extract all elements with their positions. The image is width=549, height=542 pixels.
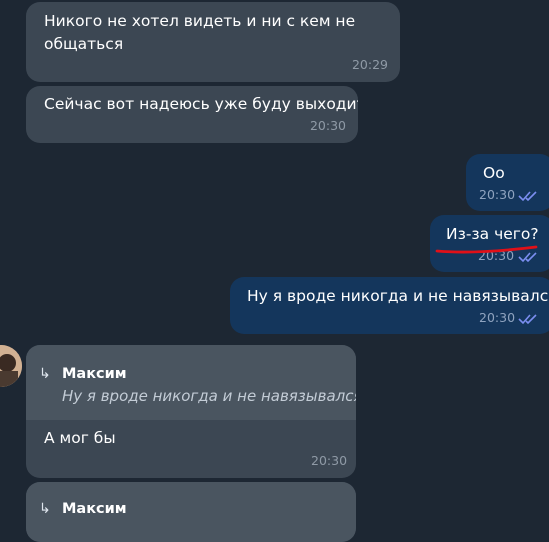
reply-arrow-icon: ↳ [39,366,51,382]
reply-author: Максим [62,366,127,382]
message-time: 20:30 [478,248,515,263]
message-text: Сейчас вот надеюсь уже буду выходить [44,95,358,113]
message-outgoing[interactable]: Из-за чего? 20:30 [430,215,549,272]
reply-author: Максим [62,501,127,517]
message-incoming-reply[interactable]: ↳ Максим Ну я вроде никогда и не навязыв… [26,345,356,478]
message-incoming-reply[interactable]: ↳ Максим [26,482,356,542]
message-text: А мог бы [44,429,116,447]
reply-quote[interactable]: ↳ Максим [26,482,356,542]
message-time: 20:30 [309,118,346,133]
double-check-icon [518,191,537,202]
double-check-icon [518,252,537,263]
message-text: Никого не хотел видеть и ни с кем не общ… [44,12,356,53]
message-text: Оо [483,164,505,182]
message-outgoing[interactable]: Оо 20:30 [466,154,549,211]
avatar[interactable] [0,345,22,387]
message-time: 20:30 [479,187,516,202]
message-incoming[interactable]: Сейчас вот надеюсь уже буду выходить 20:… [26,86,358,143]
reply-text: Ну я вроде никогда и не навязывался) [62,387,356,405]
message-time: 20:30 [311,453,348,468]
reply-quote[interactable]: ↳ Максим Ну я вроде никогда и не навязыв… [26,345,356,420]
message-text: Ну я вроде никогда и не навязывался) [247,287,549,305]
message-time: 20:30 [479,310,516,325]
avatar-photo [0,345,22,387]
message-text: Из-за чего? [446,225,539,243]
reply-arrow-icon: ↳ [39,501,51,517]
message-outgoing[interactable]: Ну я вроде никогда и не навязывался) 20:… [230,277,549,334]
double-check-icon [518,314,537,325]
message-time: 20:29 [351,57,388,72]
message-incoming[interactable]: Никого не хотел видеть и ни с кем не общ… [26,2,400,82]
